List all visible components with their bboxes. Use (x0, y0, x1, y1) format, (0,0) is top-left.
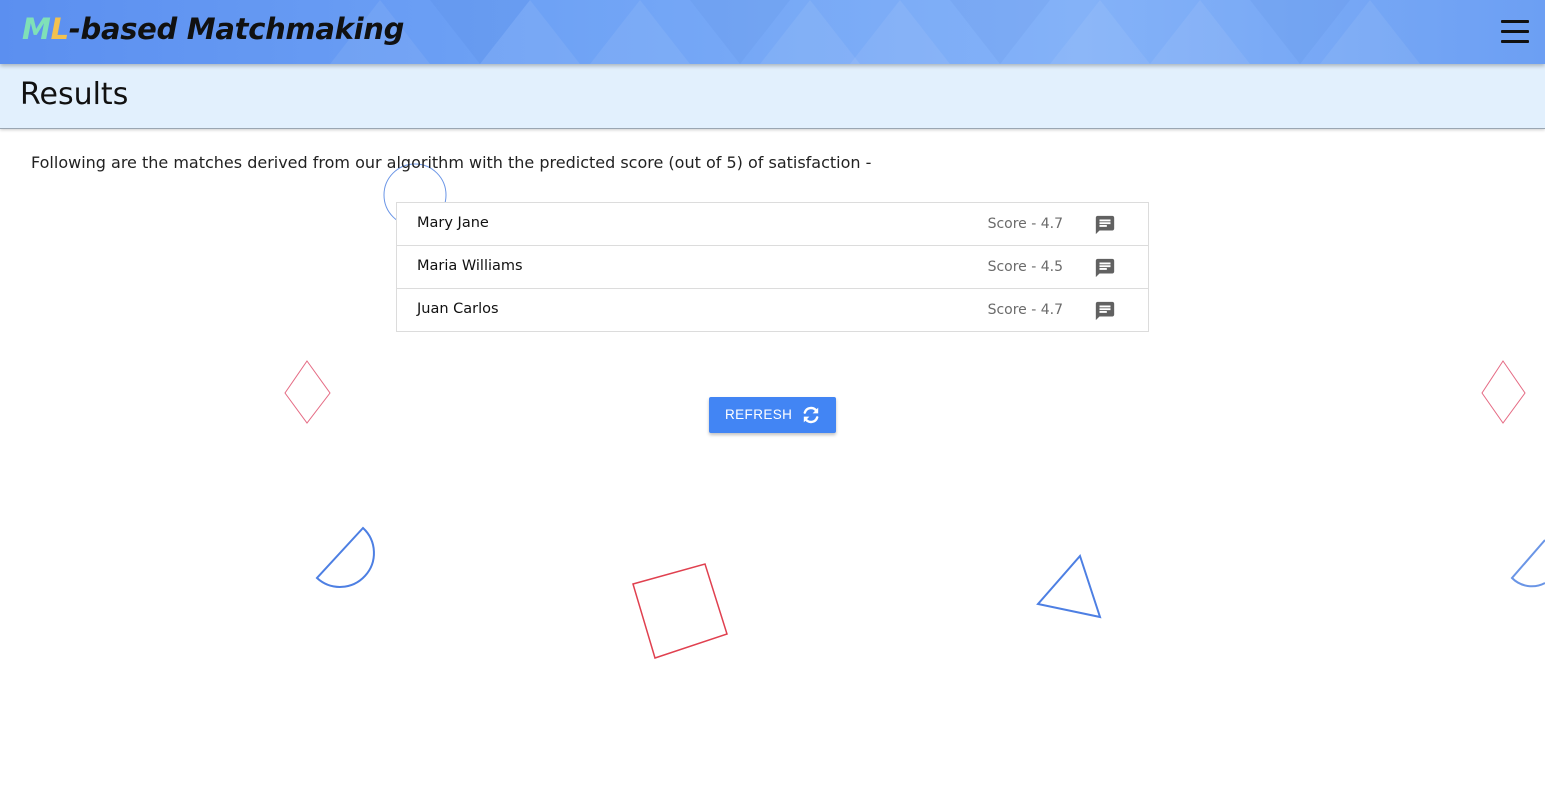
match-list: Mary Jane Score - 4.7 Maria Williams Sco… (396, 202, 1149, 332)
match-score: Score - 4.5 (987, 259, 1063, 275)
decor-diamond-right (1481, 360, 1526, 424)
menu-bar-top (1501, 20, 1529, 23)
page-header: Results (0, 64, 1545, 129)
menu-bar-bottom (1501, 40, 1529, 43)
decor-half-circle-right (1510, 539, 1545, 588)
chat-icon[interactable] (1094, 257, 1116, 279)
refresh-button[interactable]: REFRESH (709, 397, 836, 433)
refresh-icon (803, 406, 819, 424)
match-name: Mary Jane (417, 215, 489, 231)
match-score: Score - 4.7 (987, 216, 1063, 232)
app-brand-title: ML-based Matchmaking (22, 12, 404, 46)
page: ML-based Matchmaking Results Following a… (0, 0, 1545, 801)
chat-icon[interactable] (1094, 300, 1116, 322)
brand-letter-m: M (22, 12, 51, 46)
chat-icon[interactable] (1094, 214, 1116, 236)
list-item: Maria Williams Score - 4.5 (397, 246, 1148, 289)
decor-triangle (1036, 554, 1102, 619)
hamburger-menu-icon[interactable] (1501, 18, 1529, 46)
app-bar: ML-based Matchmaking (0, 0, 1545, 64)
decor-half-circle-left (315, 526, 375, 588)
list-item: Juan Carlos Score - 4.7 (397, 289, 1148, 331)
match-name: Maria Williams (417, 258, 523, 274)
match-score: Score - 4.7 (987, 302, 1063, 318)
menu-bar-middle (1501, 30, 1529, 33)
decor-square (632, 563, 728, 659)
page-title: Results (20, 77, 129, 112)
decor-diamond-left (284, 360, 331, 424)
match-name: Juan Carlos (417, 301, 499, 317)
results-intro-text: Following are the matches derived from o… (31, 153, 872, 172)
brand-letter-l: L (50, 12, 69, 46)
brand-title-rest: -based Matchmaking (68, 12, 405, 46)
list-item: Mary Jane Score - 4.7 (397, 203, 1148, 246)
refresh-button-label: REFRESH (725, 407, 793, 422)
